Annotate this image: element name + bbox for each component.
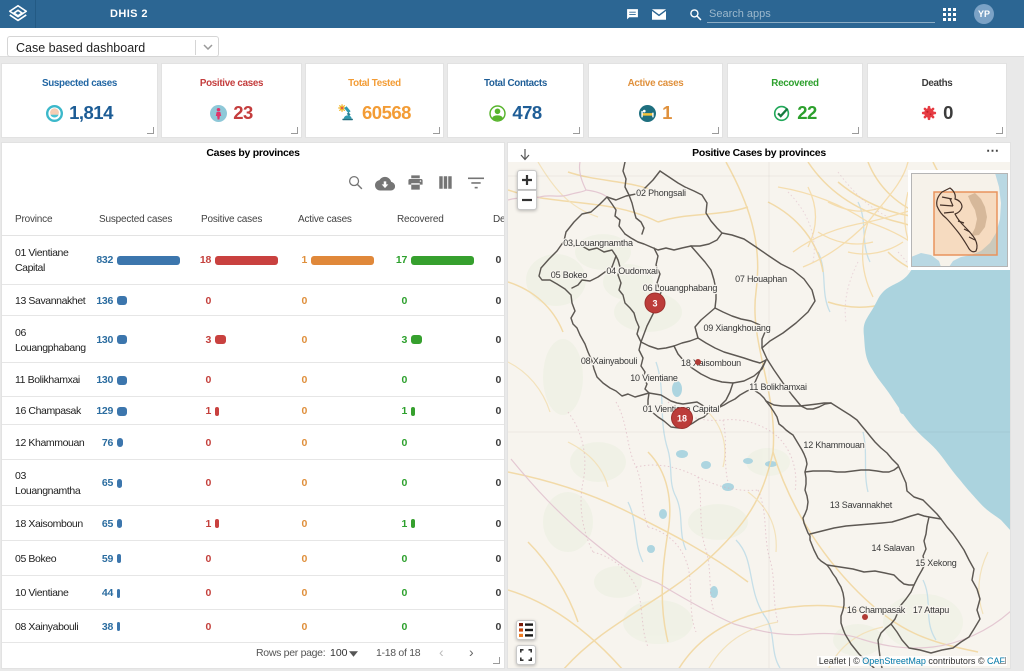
svg-text:18 Xaisomboun: 18 Xaisomboun: [681, 358, 741, 368]
svg-text:15 Xekong: 15 Xekong: [915, 558, 956, 568]
svg-text:12 Khammouan: 12 Khammouan: [803, 440, 864, 450]
svg-text:03 Louangnamtha: 03 Louangnamtha: [563, 238, 633, 248]
svg-text:17 Attapu: 17 Attapu: [913, 605, 949, 615]
svg-text:10 Vientiane: 10 Vientiane: [630, 373, 678, 383]
svg-text:13 Savannakhet: 13 Savannakhet: [830, 500, 893, 510]
svg-text:18: 18: [677, 414, 687, 424]
svg-text:04 Oudomxai: 04 Oudomxai: [606, 266, 658, 276]
svg-text:16 Champasak: 16 Champasak: [847, 605, 906, 615]
svg-text:07 Houaphan: 07 Houaphan: [735, 274, 787, 284]
svg-text:09 Xiangkhouang: 09 Xiangkhouang: [703, 323, 770, 333]
svg-text:11 Bolikhamxai: 11 Bolikhamxai: [749, 382, 807, 392]
svg-text:08 Xainyabouli: 08 Xainyabouli: [581, 356, 637, 366]
svg-text:05 Bokeo: 05 Bokeo: [551, 270, 588, 280]
svg-text:14 Salavan: 14 Salavan: [871, 543, 914, 553]
svg-text:02 Phongsali: 02 Phongsali: [636, 188, 686, 198]
svg-text:06 Louangphabang: 06 Louangphabang: [643, 283, 718, 293]
svg-text:3: 3: [652, 299, 657, 309]
